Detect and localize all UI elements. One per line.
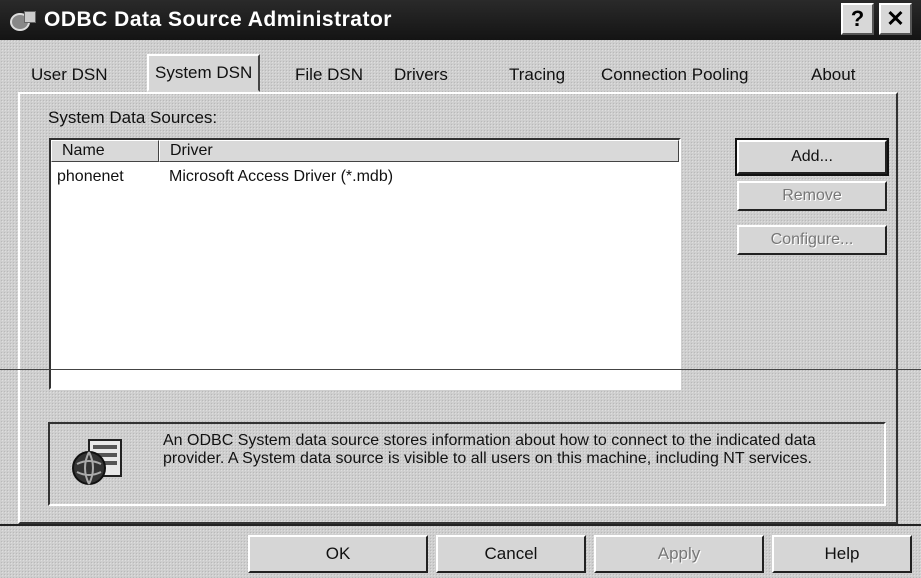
window-title: ODBC Data Source Administrator — [44, 8, 392, 31]
dsn-driver: Microsoft Access Driver (*.mdb) — [169, 168, 394, 185]
tab-user-dsn[interactable]: User DSN — [25, 60, 114, 90]
bottom-divider — [0, 524, 921, 526]
tab-drivers[interactable]: Drivers — [388, 60, 454, 90]
column-header-driver[interactable]: Driver — [159, 140, 679, 162]
odbc-app-icon — [8, 9, 38, 31]
tab-connection-pooling[interactable]: Connection Pooling — [595, 60, 754, 90]
add-button[interactable]: Add... — [735, 138, 889, 176]
list-item[interactable]: phonenet Microsoft Access Driver (*.mdb) — [51, 166, 671, 188]
close-title-button[interactable]: ✕ — [879, 3, 912, 35]
apply-button[interactable]: Apply — [594, 535, 764, 573]
dsn-name: phonenet — [57, 168, 124, 185]
tab-system-dsn[interactable]: System DSN — [147, 54, 261, 92]
column-header-name[interactable]: Name — [51, 140, 159, 162]
tab-strip: User DSN System DSN File DSN Drivers Tra… — [25, 54, 895, 92]
odbc-globe-icon — [72, 439, 122, 485]
cancel-button[interactable]: Cancel — [436, 535, 586, 573]
title-bar: ODBC Data Source Administrator ? ✕ — [0, 0, 921, 40]
tab-about[interactable]: About — [805, 60, 861, 90]
info-text: An ODBC System data source stores inform… — [163, 432, 816, 467]
system-data-sources-list[interactable]: Name Driver phonenet Microsoft Access Dr… — [49, 138, 681, 390]
tab-tracing[interactable]: Tracing — [503, 60, 571, 90]
tab-file-dsn[interactable]: File DSN — [289, 60, 369, 90]
help-title-button[interactable]: ? — [841, 3, 874, 35]
ok-button[interactable]: OK — [248, 535, 428, 573]
system-data-sources-label: System Data Sources: — [48, 108, 218, 127]
help-button[interactable]: Help — [772, 535, 912, 573]
remove-button[interactable]: Remove — [737, 181, 887, 211]
configure-button[interactable]: Configure... — [737, 225, 887, 255]
divider — [0, 369, 921, 370]
